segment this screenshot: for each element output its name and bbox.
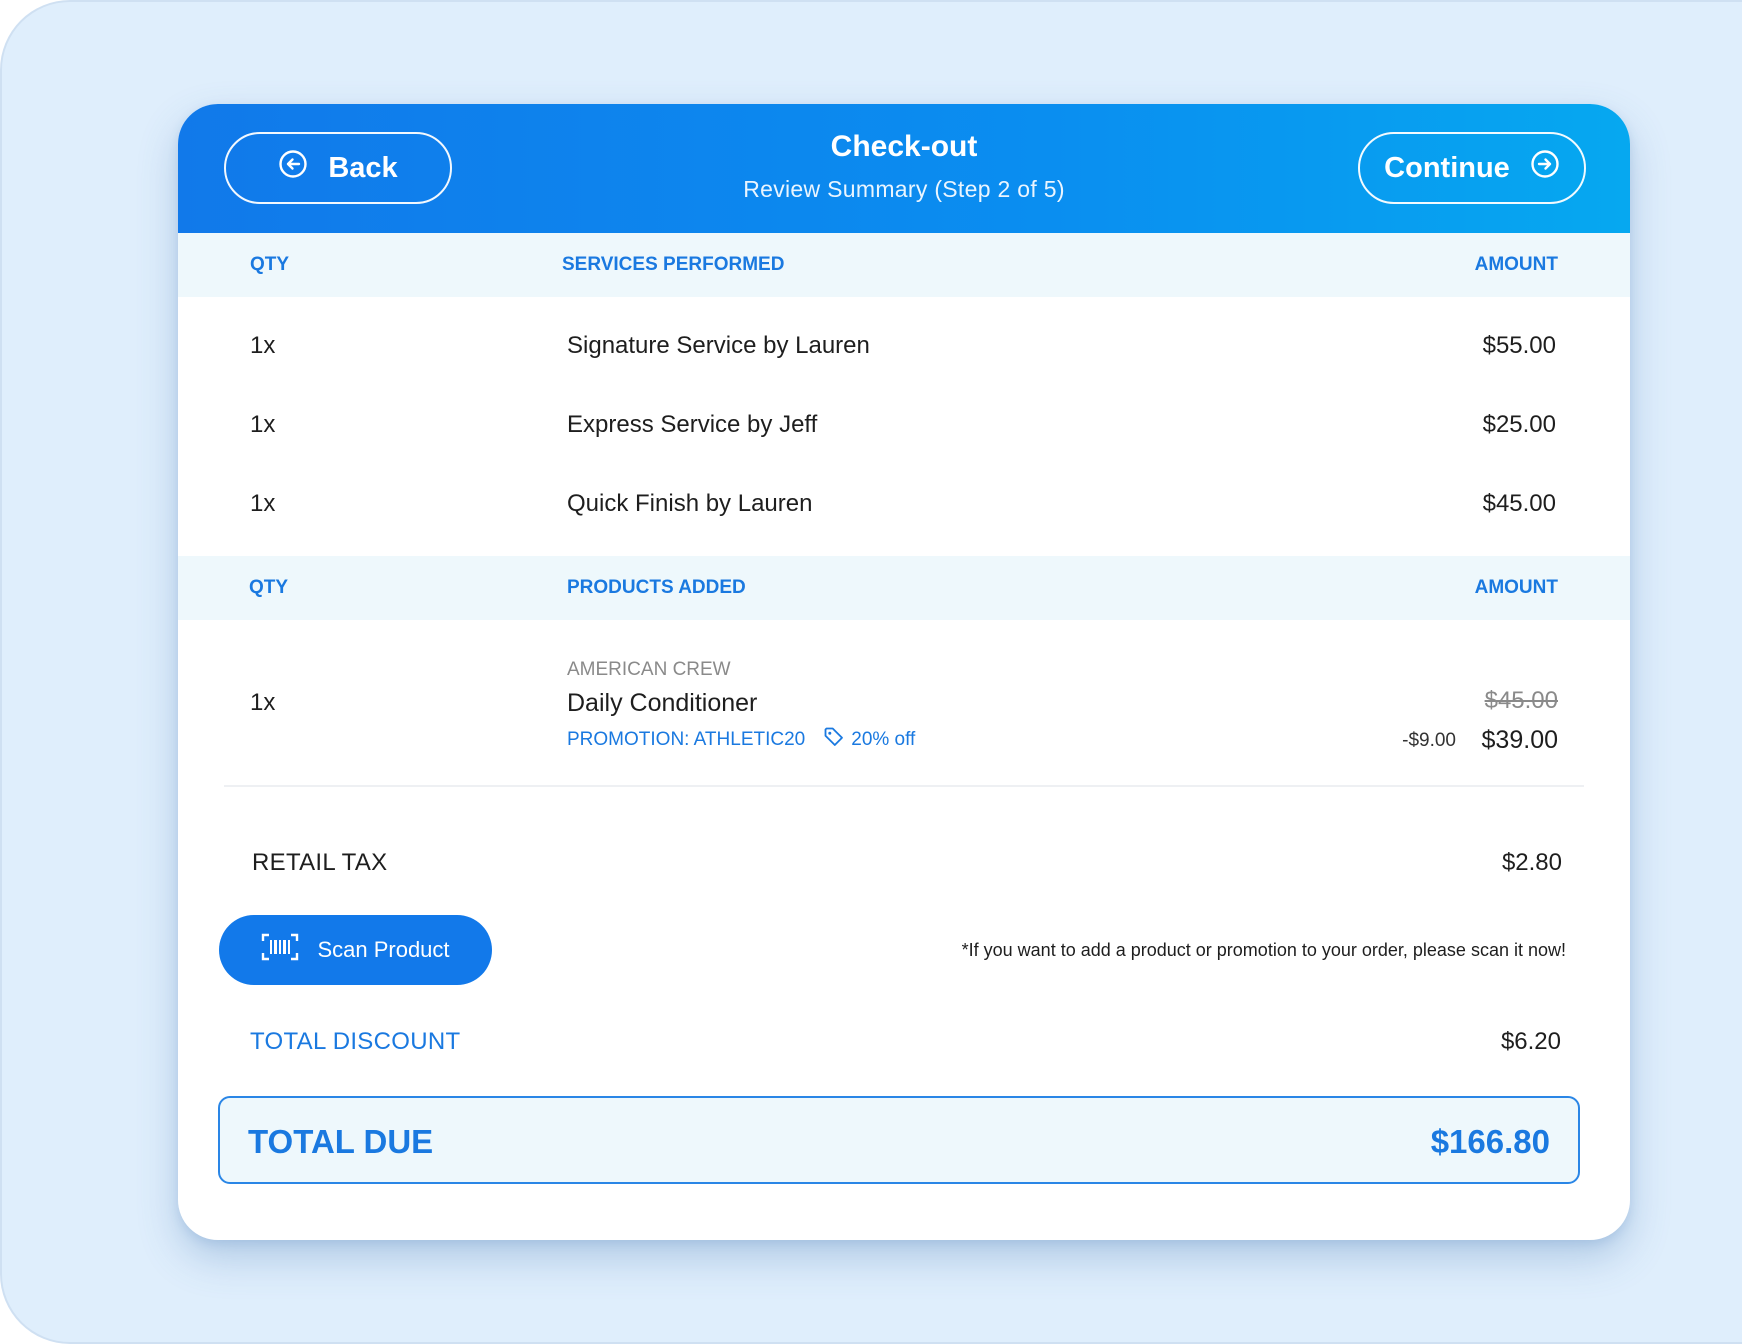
total-discount-value: $6.20 (1500, 1028, 1561, 1055)
service-qty: 1x (250, 490, 276, 517)
products-col-name: PRODUCTS ADDED (567, 577, 746, 598)
services-col-qty: QTY (250, 254, 290, 275)
scan-product-label: Scan Product (317, 937, 450, 962)
total-due-value: $166.80 (1430, 1123, 1550, 1160)
checkout-card: Back Check-out Review Summary (Step 2 of… (178, 104, 1630, 1240)
retail-tax-label: RETAIL TAX (252, 849, 388, 876)
total-discount-label: TOTAL DISCOUNT (250, 1028, 461, 1055)
service-amount: $45.00 (1482, 490, 1556, 517)
product-brand: AMERICAN CREW (567, 659, 731, 680)
checkout-header: Back Check-out Review Summary (Step 2 of… (178, 104, 1630, 233)
scan-instructions: *If you want to add a product or promoti… (961, 940, 1566, 960)
tag-icon (823, 726, 845, 754)
promotion-code: PROMOTION: ATHLETIC20 (567, 729, 806, 750)
promotion-tag-label: 20% off (851, 729, 916, 750)
products-table-header: QTY PRODUCTS ADDED AMOUNT (178, 556, 1630, 620)
continue-button-label: Continue (1384, 151, 1510, 184)
product-discount: -$9.00 (1402, 730, 1456, 751)
promotion-tag: 20% off (823, 726, 915, 754)
total-due-box: TOTAL DUE $166.80 (218, 1096, 1580, 1184)
product-qty: 1x (250, 689, 276, 716)
services-col-name: SERVICES PERFORMED (562, 254, 785, 275)
product-name: Daily Conditioner (567, 689, 758, 717)
product-promotion: PROMOTION: ATHLETIC20 20% off (567, 726, 915, 754)
products-col-qty: QTY (249, 577, 289, 598)
services-table-header: QTY SERVICES PERFORMED AMOUNT (178, 233, 1630, 297)
service-qty: 1x (250, 332, 276, 359)
service-qty: 1x (250, 411, 276, 438)
scan-product-button[interactable]: Scan Product (219, 915, 492, 985)
products-col-amount: AMOUNT (1474, 577, 1558, 598)
retail-tax-value: $2.80 (1501, 849, 1562, 876)
product-original-amount: $45.00 (1484, 687, 1558, 714)
service-name: Quick Finish by Lauren (567, 490, 813, 517)
arrow-right-circle-icon (1530, 149, 1560, 187)
continue-button[interactable]: Continue (1358, 132, 1586, 204)
product-amount: $39.00 (1481, 726, 1558, 754)
total-due-label: TOTAL DUE (248, 1123, 434, 1160)
divider (224, 785, 1584, 787)
barcode-scan-icon (261, 932, 299, 968)
service-amount: $55.00 (1482, 332, 1556, 359)
services-col-amount: AMOUNT (1474, 254, 1558, 275)
service-name: Signature Service by Lauren (567, 332, 870, 359)
service-amount: $25.00 (1482, 411, 1556, 438)
service-name: Express Service by Jeff (567, 411, 818, 438)
